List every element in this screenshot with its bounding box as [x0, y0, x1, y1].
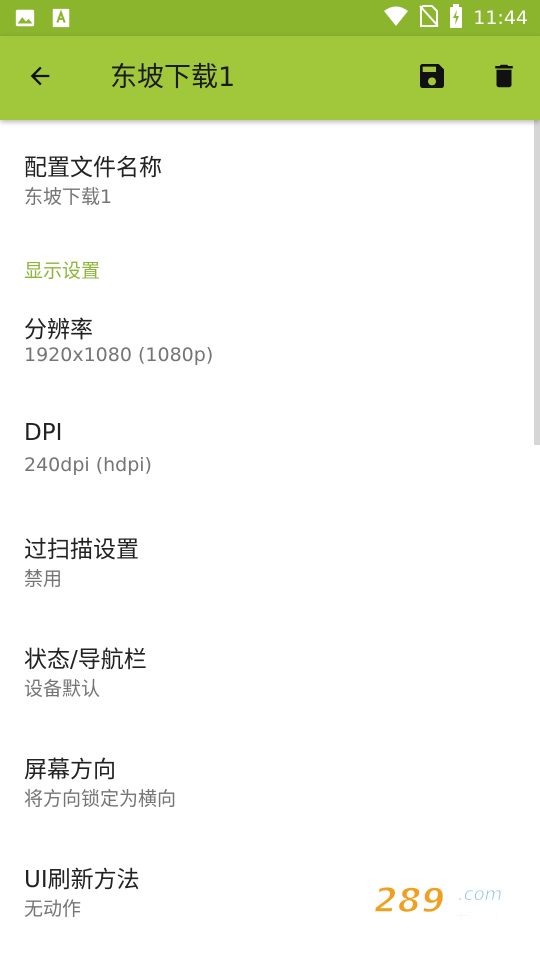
- status-bar: 11:44: [0, 0, 540, 36]
- app-bar: 东坡下载1: [0, 36, 540, 120]
- save-button[interactable]: [408, 54, 456, 102]
- no-sim-icon: [419, 5, 439, 31]
- status-time: 11:44: [473, 7, 528, 29]
- pref-overscan[interactable]: 过扫描设置 禁用: [0, 510, 534, 620]
- pref-title: DPI: [24, 420, 63, 446]
- watermark-logo: 289 .com 手游网: [372, 876, 522, 926]
- scrollbar[interactable]: [534, 120, 540, 445]
- wifi-icon: [383, 5, 409, 31]
- delete-button[interactable]: [480, 54, 528, 102]
- pref-title: 分辨率: [24, 317, 93, 343]
- battery-charging-icon: [449, 4, 463, 32]
- screen: 11:44 东坡下载1 配置文件名称 东坡下载1 显示设置 分辨率 1920x1…: [0, 0, 540, 960]
- watermark-domain: .com: [458, 884, 502, 905]
- pref-status-nav-bar[interactable]: 状态/导航栏 设备默认: [0, 620, 534, 730]
- image-icon: [14, 7, 36, 33]
- status-system: 11:44: [383, 0, 528, 36]
- settings-list[interactable]: 配置文件名称 东坡下载1 显示设置 分辨率 1920x1080 (1080p) …: [0, 120, 540, 960]
- delete-icon: [489, 61, 519, 95]
- watermark-number: 289: [374, 881, 445, 921]
- pref-summary: 无动作: [24, 898, 82, 920]
- page-title: 东坡下载1: [110, 62, 236, 93]
- pref-title: UI刷新方法: [24, 867, 140, 893]
- watermark-subtitle: 手游网: [454, 906, 499, 924]
- pref-title: 过扫描设置: [24, 537, 139, 563]
- pref-dpi[interactable]: DPI 240dpi (hdpi): [0, 400, 534, 510]
- pref-title: 屏幕方向: [24, 757, 116, 783]
- arrow-back-icon: [26, 62, 54, 94]
- pref-title: 配置文件名称: [24, 155, 162, 181]
- pref-screen-orientation[interactable]: 屏幕方向 将方向锁定为横向: [0, 730, 534, 840]
- pref-summary: 禁用: [24, 568, 63, 590]
- category-display-settings: 显示设置: [24, 260, 101, 282]
- status-notifications: [14, 7, 72, 33]
- save-icon: [416, 60, 448, 96]
- pref-profile-name[interactable]: 配置文件名称 东坡下载1: [0, 120, 534, 230]
- pref-title: 状态/导航栏: [24, 647, 147, 673]
- pref-resolution[interactable]: 分辨率 1920x1080 (1080p): [0, 290, 534, 400]
- pref-summary: 1920x1080 (1080p): [24, 344, 214, 366]
- pref-summary: 东坡下载1: [24, 186, 113, 208]
- text-a-icon: [50, 7, 72, 33]
- pref-summary: 240dpi (hdpi): [24, 454, 152, 476]
- pref-summary: 设备默认: [24, 678, 101, 700]
- back-button[interactable]: [16, 54, 64, 102]
- pref-summary: 将方向锁定为横向: [24, 788, 177, 810]
